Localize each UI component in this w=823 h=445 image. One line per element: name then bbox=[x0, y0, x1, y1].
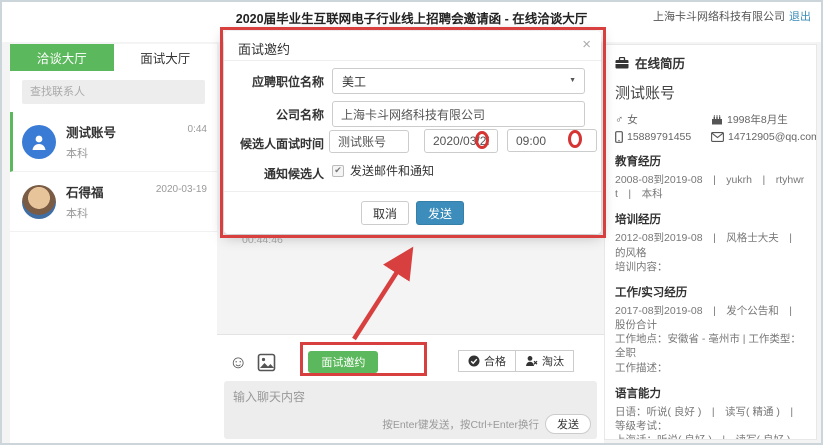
candidate-email: 14712905@qq.com bbox=[728, 131, 817, 143]
company-name: 上海卡斗网络科技有限公司 bbox=[653, 11, 785, 23]
chat-toolbar: ☺ 面试邀约 合格 淘汰 bbox=[229, 350, 596, 374]
candidate-gender: 女 bbox=[627, 114, 638, 126]
contact-row-shidefu[interactable]: 石得福 本科 2020-03-19 bbox=[10, 172, 217, 232]
image-upload-icon[interactable] bbox=[257, 353, 276, 372]
chat-timestamp: 00:44:46 bbox=[242, 234, 283, 246]
decision-button-group: 合格 淘汰 bbox=[458, 350, 574, 372]
contact-time: 2020-03-19 bbox=[155, 184, 207, 195]
contact-degree: 本科 bbox=[66, 208, 88, 220]
position-label: 应聘职位名称 bbox=[251, 75, 324, 89]
chat-input-area: 按Enter键发送，按Ctrl+Enter换行 发送 bbox=[224, 381, 597, 439]
emoji-icon[interactable]: ☺ bbox=[229, 352, 247, 372]
company-label: 公司名称 bbox=[275, 108, 324, 122]
modal-title: 面试邀约 bbox=[238, 42, 291, 57]
chat-input-card: ☺ 面试邀约 合格 淘汰 输入聊天内容 按Enter键发送，按Ctrl+Ente… bbox=[217, 334, 604, 443]
resume-section-training: 培训经历 2012-08到2019-08 | 风格士大夫 | 的风格 培训内容： bbox=[615, 214, 803, 273]
contact-degree: 本科 bbox=[66, 148, 88, 160]
sidebar-tabs: 洽谈大厅 面试大厅 bbox=[10, 44, 217, 71]
candidate-name: 测试账号 bbox=[615, 85, 676, 102]
person-remove-icon bbox=[526, 356, 538, 366]
interview-invite-modal: 面试邀约 × 应聘职位名称 美工 ▼ 公司名称 候选人面试时间 通知候选人 ✔ … bbox=[224, 31, 601, 234]
candidate-phone: 15889791455 bbox=[627, 131, 692, 143]
notify-checkbox-label: 发送邮件和通知 bbox=[350, 164, 435, 178]
briefcase-icon bbox=[615, 56, 629, 68]
company-input[interactable] bbox=[332, 101, 585, 127]
contact-avatar bbox=[22, 124, 56, 159]
tab-negotiation-hall[interactable]: 洽谈大厅 bbox=[10, 44, 114, 71]
app-window: 2020届毕业生互联网电子行业线上招聘会邀请函 - 在线洽谈大厅 上海卡斗网络科… bbox=[0, 0, 823, 445]
phone-icon bbox=[615, 131, 623, 143]
send-shortcut-hint: 按Enter键发送，按Ctrl+Enter换行 bbox=[382, 418, 539, 431]
chat-send-button[interactable]: 发送 bbox=[545, 414, 591, 434]
gender-icon: ♂ bbox=[615, 113, 624, 126]
interview-date-input[interactable] bbox=[424, 129, 498, 153]
contact-name: 测试账号 bbox=[66, 126, 117, 140]
notify-checkbox-row[interactable]: ✔ 发送邮件和通知 bbox=[332, 162, 434, 179]
candidate-input[interactable] bbox=[329, 130, 409, 153]
chat-message-input[interactable] bbox=[224, 381, 597, 415]
person-cartoon-icon bbox=[32, 135, 46, 150]
resume-section-language: 语言能力 日语：听说( 良好 ) | 读写( 精通 ) | 等级考试： 上海话：… bbox=[615, 387, 804, 439]
tab-interview-hall[interactable]: 面试大厅 bbox=[113, 44, 217, 71]
contact-row-test-account[interactable]: 测试账号 本科 0:44 bbox=[10, 112, 217, 172]
candidate-birth: 1998年8月生 bbox=[727, 114, 788, 126]
candidate-info: ♂ 女 1998年8月生 15889791455 14712905@qq.com bbox=[615, 112, 816, 144]
close-icon[interactable]: × bbox=[582, 36, 591, 53]
check-circle-icon bbox=[468, 355, 480, 367]
qualify-button[interactable]: 合格 bbox=[458, 350, 516, 372]
header-account: 上海卡斗网络科技有限公司 退出 bbox=[653, 8, 811, 24]
chevron-down-icon: ▼ bbox=[569, 77, 576, 84]
resume-section-work: 工作/实习经历 2017-08到2019-08 | 发个公告和 | 股份合计 工… bbox=[615, 286, 803, 374]
eliminate-button[interactable]: 淘汰 bbox=[516, 350, 574, 372]
checkbox-checked-icon[interactable]: ✔ bbox=[332, 164, 344, 177]
resume-section-education: 教育经历 2008-08到2019-08 | yukrh | rtyhwr t … bbox=[615, 156, 805, 201]
position-select[interactable]: 美工 ▼ bbox=[332, 68, 585, 94]
notify-label: 通知候选人 bbox=[263, 167, 324, 181]
contact-avatar bbox=[22, 184, 56, 219]
contacts-sidebar: 洽谈大厅 面试大厅 测试账号 本科 0:44 石得福 本科 bbox=[10, 44, 217, 443]
resume-panel-title: 在线简历 bbox=[635, 57, 686, 71]
contact-search-input[interactable] bbox=[22, 80, 205, 104]
logout-link[interactable]: 退出 bbox=[789, 11, 811, 23]
contact-time: 0:44 bbox=[187, 124, 207, 135]
contact-search-wrap bbox=[10, 71, 217, 112]
interview-time-label: 候选人面试时间 bbox=[239, 137, 324, 151]
interview-hour-input[interactable] bbox=[507, 129, 597, 152]
send-invite-button[interactable]: 发送 bbox=[416, 201, 465, 225]
interview-invite-button[interactable]: 面试邀约 bbox=[308, 351, 379, 373]
resume-panel: 在线简历 测试账号 ♂ 女 1998年8月生 15889791455 14712… bbox=[604, 44, 817, 440]
cancel-button[interactable]: 取消 bbox=[360, 201, 409, 225]
birthday-cake-icon bbox=[712, 115, 722, 125]
email-icon bbox=[711, 132, 724, 142]
